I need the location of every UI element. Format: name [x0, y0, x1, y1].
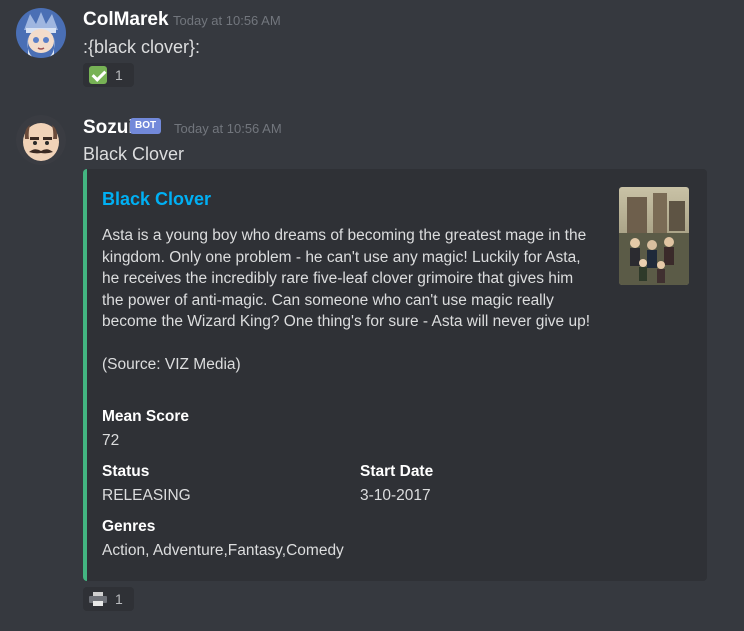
field-value-genres: Action, Adventure,Fantasy,Comedy — [102, 542, 344, 559]
check-mark-button-icon — [89, 66, 107, 84]
reaction-count: 1 — [115, 67, 123, 83]
field-name-start-date: Start Date — [360, 463, 434, 480]
field-name-mean-score: Mean Score — [102, 408, 190, 425]
bot-tag: BOT — [130, 118, 162, 134]
description-text: Asta is a young boy who dreams of becomi… — [102, 227, 591, 330]
reaction-printer[interactable]: 1 — [83, 587, 134, 611]
printer-icon — [89, 592, 107, 606]
username[interactable]: Sozui — [83, 117, 134, 139]
bot-avatar[interactable] — [16, 115, 66, 165]
username[interactable]: ColMarek — [83, 9, 169, 31]
field-value-status: RELEASING — [102, 487, 191, 504]
message-content: Black Clover — [83, 144, 185, 164]
field-name-genres: Genres — [102, 518, 156, 535]
message-content: :{black clover}: — [83, 37, 201, 57]
field-value-start-date: 3-10-2017 — [360, 487, 431, 504]
message-timestamp[interactable]: Today at 10:56 AM — [174, 121, 282, 136]
reaction-check[interactable]: 1 — [83, 63, 134, 87]
field-name-status: Status — [102, 463, 150, 480]
embed-title-link[interactable]: Black Clover — [102, 189, 211, 210]
anime-embed: Black Clover Asta is a young boy who dre… — [83, 169, 707, 581]
field-value-mean-score: 72 — [102, 432, 120, 449]
reaction-count: 1 — [115, 591, 123, 607]
anime-cover-thumbnail[interactable] — [619, 187, 689, 285]
embed-description: Asta is a young boy who dreams of becomi… — [102, 225, 592, 376]
message-timestamp[interactable]: Today at 10:56 AM — [173, 13, 281, 28]
user-avatar[interactable] — [16, 8, 66, 58]
description-source: (Source: VIZ Media) — [102, 356, 241, 373]
